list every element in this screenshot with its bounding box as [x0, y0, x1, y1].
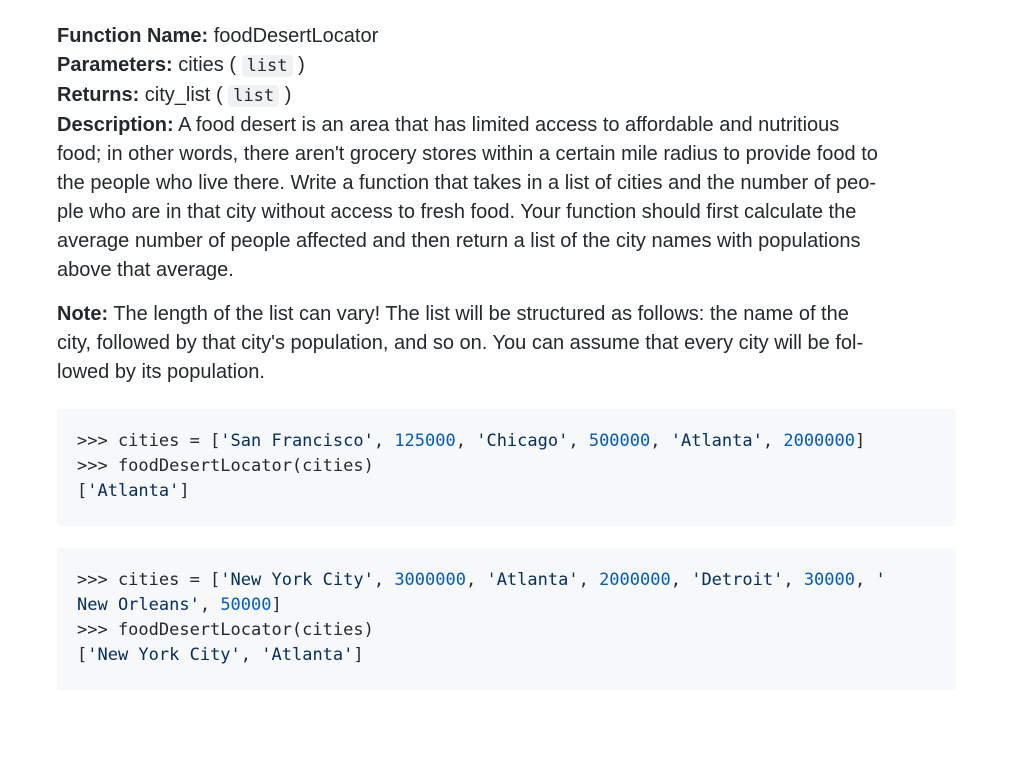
code-string: 'Detroit'	[691, 570, 784, 590]
code-text: [	[77, 481, 88, 501]
code-text: ,	[783, 570, 804, 590]
returns-type: list	[228, 85, 280, 107]
code-string: 'Atlanta'	[486, 570, 579, 590]
note-label: Note:	[57, 303, 109, 325]
code-example-2: >>> cities = ['New York City', 3000000, …	[57, 548, 956, 690]
code-number: 2000000	[599, 570, 671, 590]
code-text: >>> foodDesertLocator(cities)	[77, 456, 374, 476]
note-text: The length of the list can vary! The lis…	[113, 303, 849, 325]
code-string: New Orleans'	[77, 595, 200, 615]
code-text: ,	[650, 431, 671, 451]
code-number: 50000	[220, 595, 272, 615]
code-text: ,	[762, 431, 784, 451]
description-line: food; in other words, there aren't groce…	[57, 143, 878, 165]
code-string: 'San Francisco'	[220, 431, 374, 451]
parameters-name: cities	[178, 54, 224, 76]
note-line: lowed by its population.	[57, 361, 265, 383]
function-name-label: Function Name:	[57, 25, 209, 47]
returns-close-paren: )	[284, 84, 292, 106]
parameters-line: Parameters: cities ( list )	[57, 51, 957, 81]
description-line: ple who are in that city without access …	[57, 201, 857, 223]
code-number: 30000	[803, 570, 855, 590]
function-name-value: foodDesertLocator	[213, 25, 379, 47]
function-name-line: Function Name: foodDesertLocator	[57, 22, 957, 51]
code-text: >>> foodDesertLocator(cities)	[77, 620, 374, 640]
code-number: 500000	[588, 431, 651, 451]
code-text: >>> cities = [	[77, 431, 221, 451]
description-line: average number of people affected and th…	[57, 230, 861, 252]
parameters-open-paren: (	[229, 54, 236, 76]
code-string: 'Chicago'	[476, 431, 569, 451]
code-string: '	[875, 570, 886, 590]
parameters-type: list	[241, 55, 293, 77]
note-paragraph: Note: The length of the list can vary! T…	[57, 300, 957, 387]
code-text: ,	[465, 570, 487, 590]
code-text: ,	[373, 570, 395, 590]
code-text: ,	[373, 431, 395, 451]
code-text: [	[77, 645, 88, 665]
code-text: ]	[179, 481, 190, 501]
code-example-1: >>> cities = ['San Francisco', 125000, '…	[57, 409, 956, 526]
code-text: ]	[855, 431, 866, 451]
code-text: >>> cities = [	[77, 570, 221, 590]
code-text: ,	[855, 570, 876, 590]
code-text: ,	[578, 570, 600, 590]
code-text: ,	[455, 431, 477, 451]
returns-open-paren: (	[215, 84, 223, 106]
code-string: 'Atlanta'	[87, 481, 180, 501]
code-string: 'Atlanta'	[261, 645, 354, 665]
description-label: Description:	[57, 114, 174, 136]
description-line: above that average.	[57, 259, 234, 281]
parameters-label: Parameters:	[57, 54, 173, 76]
description-text: A food desert is an area that has limite…	[178, 114, 840, 136]
returns-line: Returns: city_list ( list )	[57, 81, 957, 111]
returns-name: city_list	[144, 84, 211, 106]
code-string: 'New York City'	[87, 645, 241, 665]
note-line: Note: The length of the list can vary! T…	[57, 300, 957, 329]
description-paragraph: Description: A food desert is an area th…	[57, 111, 957, 285]
code-text: ]	[271, 595, 282, 615]
code-text: ,	[240, 645, 262, 665]
code-number: 3000000	[394, 570, 466, 590]
returns-label: Returns:	[57, 84, 140, 106]
code-text: ,	[670, 570, 692, 590]
parameters-close-paren: )	[298, 54, 305, 76]
description-line: the people who live there. Write a funct…	[57, 172, 876, 194]
code-text: ]	[353, 645, 364, 665]
code-number: 125000	[394, 431, 456, 451]
note-line: city, followed by that city's population…	[57, 332, 864, 354]
code-string: 'New York City'	[220, 570, 374, 590]
code-text: ,	[568, 431, 589, 451]
description-line: Description: A food desert is an area th…	[57, 111, 957, 140]
code-text: ,	[199, 595, 221, 615]
problem-description: Function Name: foodDesertLocator Paramet…	[57, 22, 957, 690]
code-string: 'Atlanta'	[670, 431, 763, 451]
code-number: 2000000	[783, 431, 855, 451]
